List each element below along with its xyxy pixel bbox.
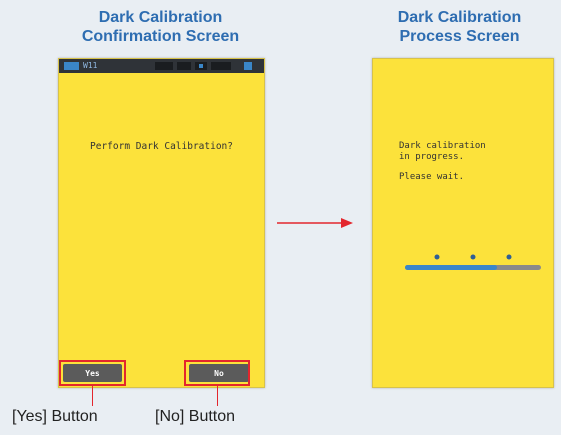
no-button-caption: [No] Button <box>155 408 236 425</box>
left-title-line1: Dark Calibration <box>98 9 223 26</box>
right-title-line1: Dark Calibration <box>397 9 522 26</box>
progress-fill <box>405 265 497 270</box>
progress-indicator <box>405 254 541 270</box>
status-block-3 <box>211 62 231 70</box>
battery-icon <box>64 62 79 70</box>
signal-icon <box>195 62 207 70</box>
status-text: W11 <box>83 61 98 70</box>
right-panel-title: Dark Calibration Process Screen <box>367 8 552 46</box>
progress-dot-icon <box>506 254 512 260</box>
message-line-3: Please wait. <box>399 172 465 182</box>
message-line-1: Dark calibration <box>399 141 486 151</box>
left-panel-title: Dark Calibration Confirmation Screen <box>58 8 263 46</box>
no-leader-line <box>217 386 218 406</box>
left-title-line2: Confirmation Screen <box>81 28 240 45</box>
no-button-highlight <box>184 360 250 386</box>
arrow-right-icon <box>277 218 353 228</box>
status-indicator <box>244 62 252 70</box>
status-block-2 <box>177 62 191 70</box>
message-line-2: in progress. <box>399 152 465 162</box>
progress-dot-icon <box>470 254 476 260</box>
yes-button-caption: [Yes] Button <box>12 408 98 425</box>
status-block-1 <box>155 62 173 70</box>
yes-leader-line <box>92 386 93 406</box>
yes-button-highlight <box>59 360 126 386</box>
progress-message: Dark calibration in progress. Please wai… <box>399 141 486 183</box>
status-bar: W11 <box>59 59 264 73</box>
confirmation-prompt: Perform Dark Calibration? <box>90 141 233 152</box>
progress-dot-icon <box>434 254 440 260</box>
process-screen: Dark calibration in progress. Please wai… <box>372 58 554 388</box>
right-title-line2: Process Screen <box>399 28 520 45</box>
confirmation-screen: W11 Perform Dark Calibration? Yes No <box>58 58 265 388</box>
